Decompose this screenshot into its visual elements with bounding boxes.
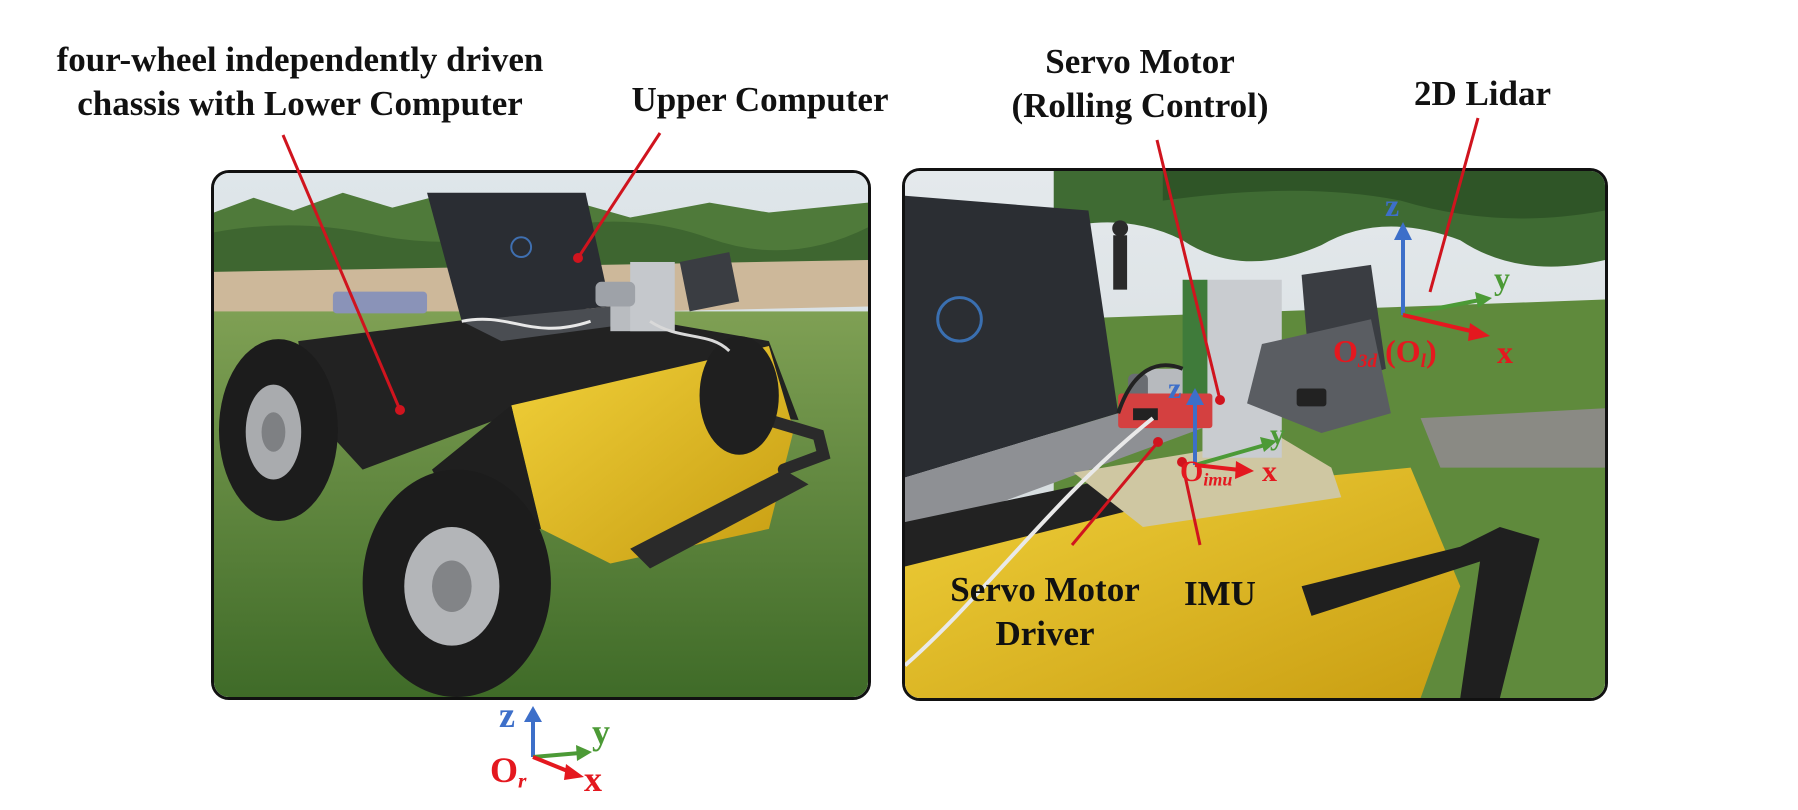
robot-y-label: y [592, 712, 610, 752]
robot-origin-subscript: r [518, 768, 527, 793]
servo-driver-label: Servo Motor Driver [935, 568, 1155, 656]
robot-frame-arrows [524, 706, 592, 780]
robot-z-label: z [499, 695, 515, 735]
lidar-origin-label: O3d (Ol) [1333, 333, 1437, 373]
lidar-z-label: z [1385, 187, 1400, 223]
imu-origin-letter: O [1180, 455, 1204, 488]
robot-y-arrow [532, 751, 581, 759]
imu-origin-subscript: imu [1203, 469, 1233, 490]
imu-label: IMU [1184, 574, 1256, 613]
servo-motor-label: Servo Motor (Rolling Control) [985, 40, 1295, 128]
chassis-label-line2: chassis with Lower Computer [77, 84, 523, 123]
imu-x-label: x [1262, 455, 1277, 488]
lidar-label: 2D Lidar [1413, 74, 1552, 113]
lidar-x-label: x [1497, 334, 1513, 370]
imu-origin-label: Oimu [1180, 455, 1232, 491]
lidar-origin-letter: O [1333, 333, 1358, 369]
lidar-origin-subscript: 3d [1357, 350, 1378, 372]
robot-chassis-illustration [214, 173, 868, 697]
servo-motor-label-line2: (Rolling Control) [1011, 86, 1269, 125]
chassis-label: four-wheel independently driven chassis … [20, 38, 580, 126]
robot-origin-label: Or [490, 752, 526, 798]
robot-x-label: x [584, 759, 602, 799]
servo-motor-label-line1: Servo Motor [1045, 42, 1235, 81]
servo-driver-label-line2: Driver [995, 614, 1095, 653]
robot-origin-letter: O [490, 750, 519, 790]
imu-y-label: y [1270, 418, 1285, 451]
robot-photo-left [211, 170, 871, 700]
lidar-y-label: y [1494, 260, 1510, 296]
upper-computer-label: Upper Computer [631, 80, 889, 119]
imu-z-label: z [1168, 372, 1182, 405]
servo-driver-label-line1: Servo Motor [950, 570, 1140, 609]
lidar-alt-close: ) [1425, 333, 1437, 369]
lidar-alt-origin-letter: (O [1385, 333, 1421, 369]
robot-x-arrow [532, 755, 571, 774]
chassis-label-line1: four-wheel independently driven [56, 40, 544, 79]
